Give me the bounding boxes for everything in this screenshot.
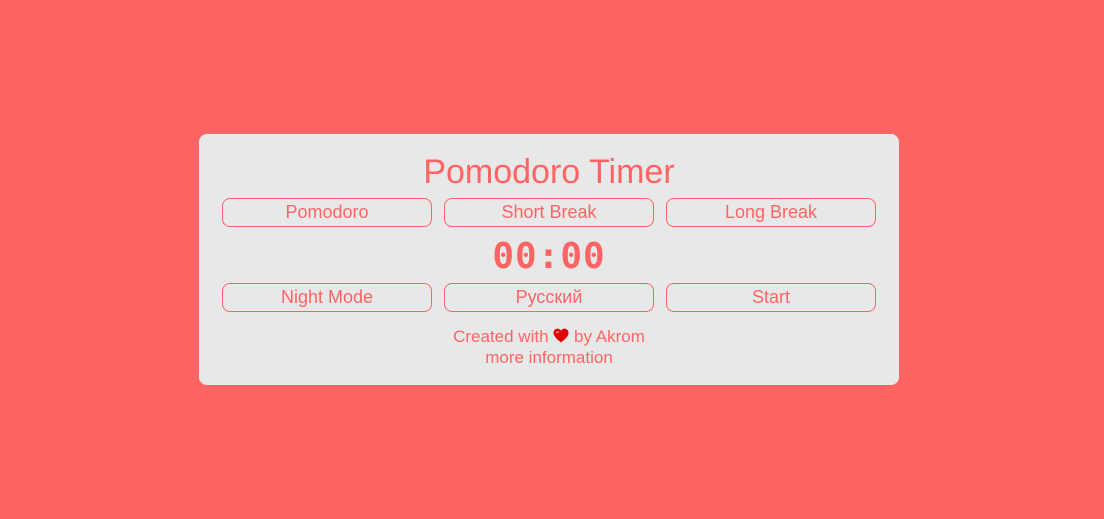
night-mode-button[interactable]: Night Mode bbox=[222, 283, 432, 312]
control-buttons: Night Mode Русский Start bbox=[222, 283, 876, 312]
credits-prefix: Created with bbox=[453, 327, 549, 346]
timer-display: 00:00 bbox=[492, 236, 606, 277]
pomodoro-mode-button[interactable]: Pomodoro bbox=[222, 198, 432, 227]
more-information-link[interactable]: more information bbox=[485, 348, 613, 367]
language-button[interactable]: Русский bbox=[444, 283, 654, 312]
mode-buttons: Pomodoro Short Break Long Break bbox=[222, 198, 876, 227]
page-title: Pomodoro Timer bbox=[423, 153, 675, 191]
pomodoro-card: Pomodoro Timer Pomodoro Short Break Long… bbox=[199, 134, 899, 385]
footer: Created with by Akrom more information bbox=[199, 326, 899, 368]
heart-icon bbox=[553, 328, 569, 343]
start-button[interactable]: Start bbox=[666, 283, 876, 312]
short-break-mode-button[interactable]: Short Break bbox=[444, 198, 654, 227]
credits-line: Created with by Akrom bbox=[199, 326, 899, 347]
long-break-mode-button[interactable]: Long Break bbox=[666, 198, 876, 227]
credits-suffix: by Akrom bbox=[574, 327, 645, 346]
